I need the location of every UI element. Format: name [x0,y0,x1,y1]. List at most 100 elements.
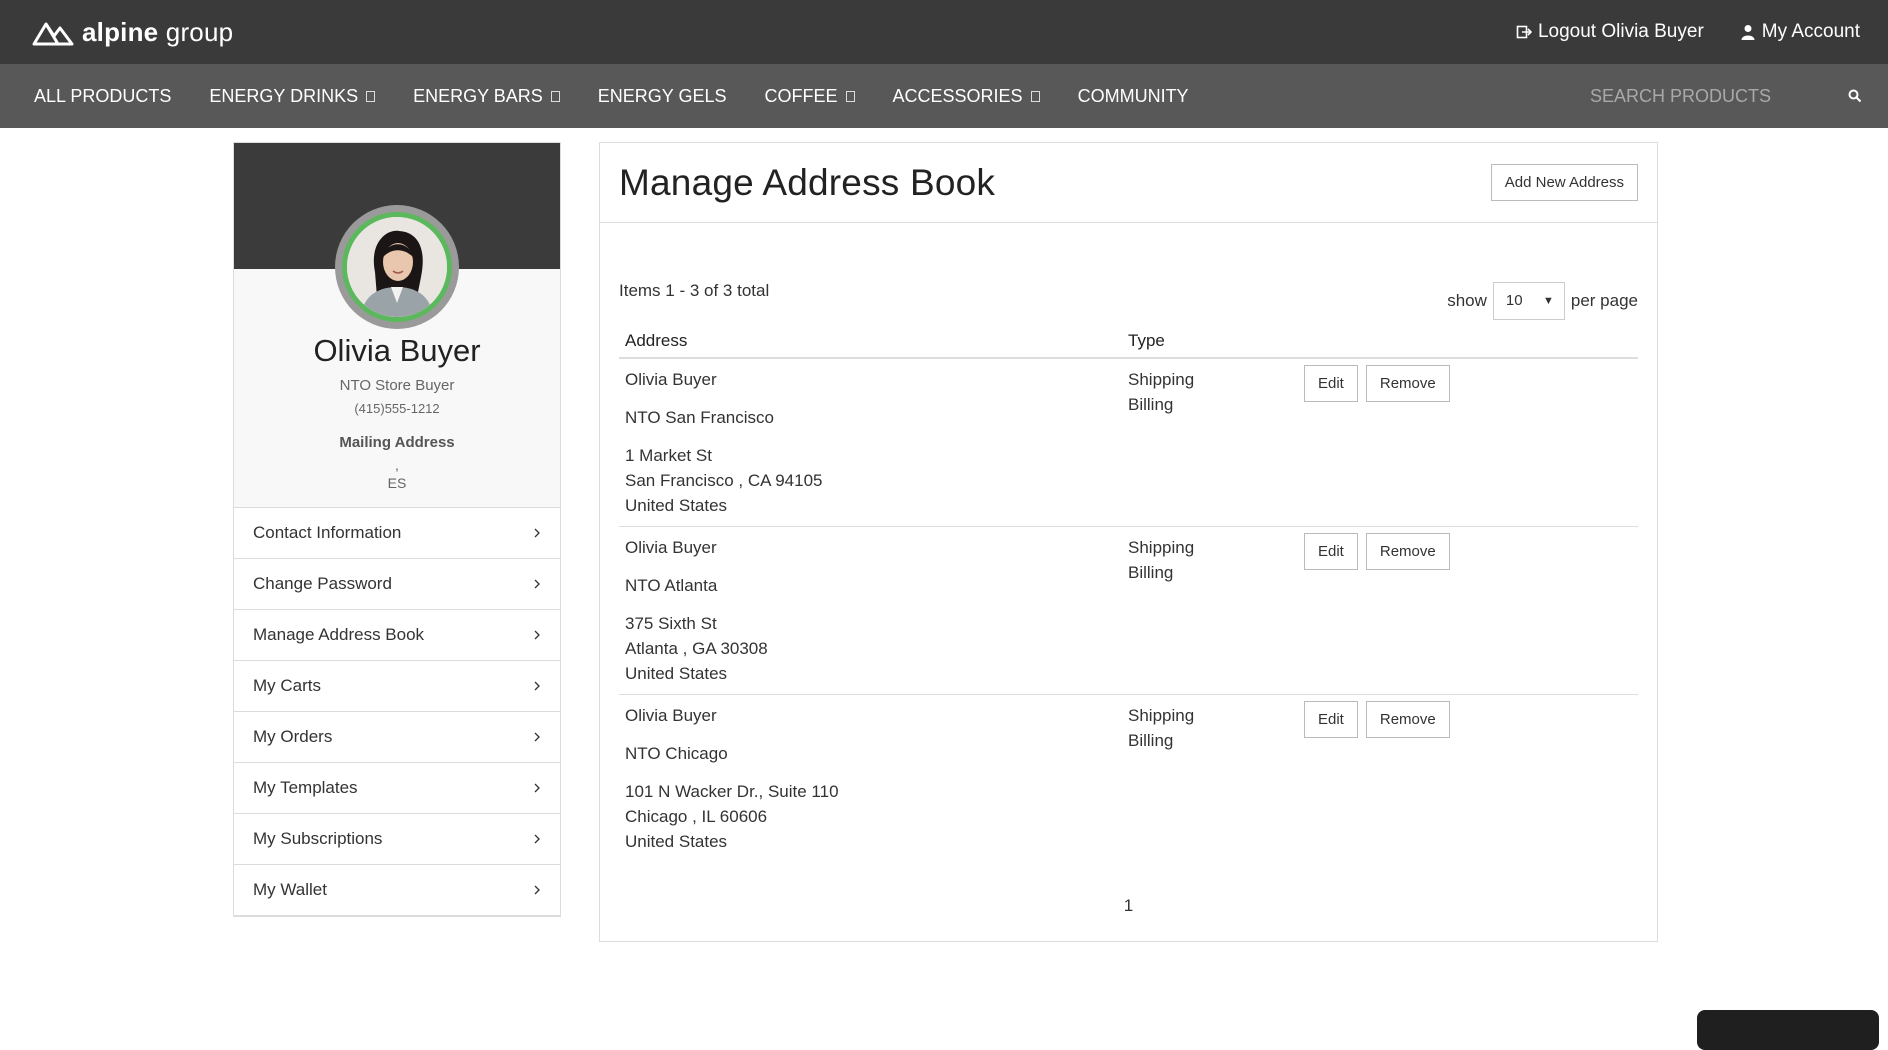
edit-address-button[interactable]: Edit [1304,533,1358,570]
show-label: show [1447,290,1487,310]
page-title: Manage Address Book [619,161,996,203]
address-type: Billing [1128,395,1174,414]
nav-item-energy-drinks[interactable]: ENERGY DRINKS [209,86,376,107]
actions-cell: Edit Remove [1304,527,1450,694]
nav-item-community[interactable]: COMMUNITY [1078,86,1189,107]
side-menu-item-label: My Orders [253,727,333,746]
per-page-control: show 10 ▼ per page [1447,281,1638,320]
table-row: Olivia Buyer NTO Chicago 101 N Wacker Dr.,… [619,695,1638,862]
nav-item-energy-bars[interactable]: ENERGY BARS [413,86,560,107]
type-column-header: Type [1128,331,1165,350]
address-table: Address Type Olivia Buyer NTO San Francis… [619,325,1638,862]
nav-item-label: ACCESSORIES [892,85,1023,106]
dropdown-arrow-icon: ▼ [1542,294,1554,307]
side-menu-item-my-carts[interactable]: My Carts [234,661,560,712]
chevron-right-icon [534,630,540,640]
chat-widget[interactable] [1697,1010,1879,1050]
address-name: Olivia Buyer [625,538,717,557]
side-menu-item-label: My Wallet [253,880,327,899]
actions-cell: Edit Remove [1304,695,1450,862]
address-column-header: Address [625,331,688,350]
address-city-line: Atlanta , GA 30308 [625,639,768,658]
side-menu-item-label: Contact Information [253,523,402,542]
address-name: Olivia Buyer [625,706,717,725]
avatar-portrait-icon [347,217,447,317]
address-type: Billing [1128,563,1174,582]
product-search [1588,84,1862,108]
side-menu-item-my-wallet[interactable]: My Wallet [234,865,560,916]
list-toolbar: Items 1 - 3 of 3 total show 10 ▼ per pag… [619,279,1638,320]
nav-item-label: ALL PRODUCTS [34,85,172,106]
search-icon[interactable] [1848,89,1862,103]
nav-menu: ALL PRODUCTS ENERGY DRINKS ENERGY BARS ENER… [34,86,1189,107]
address-country: United States [625,664,728,683]
address-company: NTO Chicago [625,744,728,763]
logout-label: Logout Olivia Buyer [1537,21,1704,42]
dropdown-caret-icon [550,90,560,102]
side-menu-item-manage-address-book[interactable]: Manage Address Book [234,610,560,661]
nav-item-label: ENERGY BARS [413,85,543,106]
address-street: 375 Sixth St [625,614,717,633]
chevron-right-icon [534,834,540,844]
address-book-panel: Manage Address Book Add New Address Item… [599,142,1658,942]
side-menu-item-my-subscriptions[interactable]: My Subscriptions [234,814,560,865]
top-bar: alpine group Logout Olivia Buyer My Acco… [0,0,1888,64]
logout-icon [1516,25,1532,39]
panel-header: Manage Address Book Add New Address [600,143,1657,223]
search-input[interactable] [1588,84,1798,108]
address-type: Billing [1128,731,1174,750]
nav-item-label: COMMUNITY [1077,85,1189,106]
dropdown-caret-icon [1030,90,1040,102]
address-cell: Olivia Buyer NTO San Francisco 1 Market St… [619,359,1128,526]
remove-address-button[interactable]: Remove [1365,365,1450,402]
page-number[interactable]: 1 [1124,896,1133,915]
address-city-line: Chicago , IL 60606 [625,807,768,826]
address-company: NTO San Francisco [625,408,774,427]
address-type: Shipping [1128,706,1195,725]
chevron-right-icon [534,579,540,589]
edit-address-button[interactable]: Edit [1304,701,1358,738]
side-menu-item-my-templates[interactable]: My Templates [234,763,560,814]
nav-item-all-products[interactable]: ALL PRODUCTS [34,86,171,107]
table-row: Olivia Buyer NTO San Francisco 1 Market St… [619,359,1638,527]
profile-info: Olivia Buyer NTO Store Buyer (415)555-12… [234,205,560,507]
avatar [342,212,452,322]
side-menu-item-label: My Templates [253,778,358,797]
mailing-address-label: Mailing Address [339,434,455,451]
add-new-address-button[interactable]: Add New Address [1490,164,1638,201]
remove-address-button[interactable]: Remove [1365,533,1450,570]
per-page-label: per page [1570,290,1638,310]
address-city-line: San Francisco , CA 94105 [625,471,823,490]
per-page-select[interactable]: 10 ▼ [1492,281,1565,320]
mailing-address-country: ES [387,475,407,491]
chevron-right-icon [534,885,540,895]
chevron-right-icon [534,732,540,742]
per-page-value: 10 [1505,292,1523,309]
nav-item-energy-gels[interactable]: ENERGY GELS [598,86,727,107]
side-menu-item-my-orders[interactable]: My Orders [234,712,560,763]
nav-item-label: COFFEE [764,85,838,106]
address-street: 1 Market St [625,446,712,465]
my-account-link[interactable]: My Account [1740,21,1860,43]
pagination: 1 [619,896,1638,916]
type-cell: Shipping Billing [1128,359,1304,526]
address-list-area: Items 1 - 3 of 3 total show 10 ▼ per pag… [600,279,1657,916]
address-type: Shipping [1128,370,1195,389]
side-menu-item-change-password[interactable]: Change Password [234,559,560,610]
side-menu-item-label: My Carts [253,676,321,695]
side-menu-item-label: Manage Address Book [253,625,425,644]
main-nav: ALL PRODUCTS ENERGY DRINKS ENERGY BARS ENER… [0,64,1888,128]
avatar-frame [335,205,459,329]
remove-address-button[interactable]: Remove [1365,701,1450,738]
logout-link[interactable]: Logout Olivia Buyer [1516,21,1704,43]
brand-logo[interactable]: alpine group [32,17,233,48]
side-menu-item-contact-information[interactable]: Contact Information [234,508,560,559]
profile-card: Olivia Buyer NTO Store Buyer (415)555-12… [233,142,561,917]
edit-address-button[interactable]: Edit [1304,365,1358,402]
nav-item-coffee[interactable]: COFFEE [765,86,855,107]
nav-item-accessories[interactable]: ACCESSORIES [893,86,1040,107]
